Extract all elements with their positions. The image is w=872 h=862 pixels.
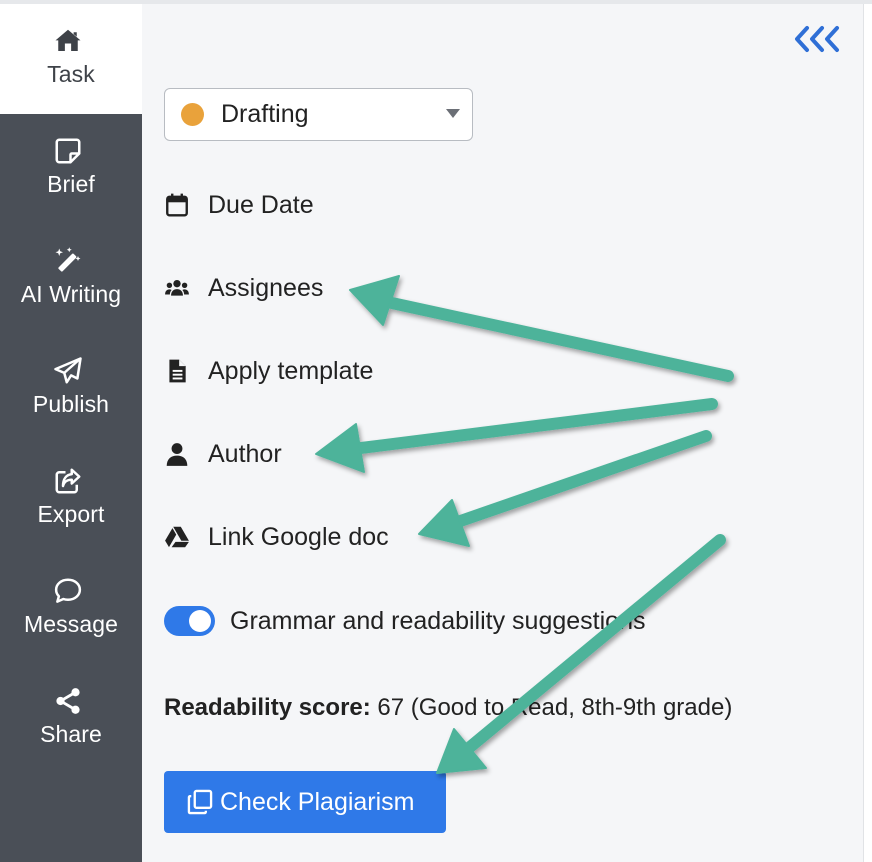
sidebar: Task Brief AI Writing Publish Export Mes… (0, 4, 142, 862)
toggle-knob (189, 610, 211, 632)
users-icon (164, 275, 190, 301)
note-icon (53, 136, 83, 166)
triple-chevron-left-icon (795, 26, 839, 52)
copy-icon (186, 788, 214, 816)
due-date-label: Due Date (208, 191, 314, 219)
grammar-toggle[interactable] (164, 606, 215, 636)
sidebar-item-label: Brief (47, 171, 95, 197)
readability-value: 67 (Good to Read, 8th-9th grade) (377, 694, 733, 721)
caret-down-icon (446, 109, 460, 118)
paper-plane-icon (53, 356, 83, 386)
document-icon (164, 358, 190, 384)
link-google-doc-label: Link Google doc (208, 523, 389, 551)
apply-template-label: Apply template (208, 357, 374, 385)
sidebar-item-task[interactable]: Task (0, 4, 142, 114)
user-icon (164, 441, 190, 467)
readability-label: Readability score: (164, 694, 371, 721)
sidebar-item-label: Task (47, 61, 95, 87)
status-value: Drafting (221, 100, 309, 128)
sidebar-item-message[interactable]: Message (0, 554, 142, 664)
google-drive-icon (164, 524, 190, 550)
status-dot (181, 103, 204, 126)
author-label: Author (208, 440, 282, 468)
sidebar-item-ai-writing[interactable]: AI Writing (0, 224, 142, 334)
sidebar-item-brief[interactable]: Brief (0, 114, 142, 224)
status-dropdown[interactable]: Drafting (164, 88, 473, 141)
sidebar-item-share[interactable]: Share (0, 664, 142, 774)
share-nodes-icon (53, 686, 83, 716)
assignees-label: Assignees (208, 274, 324, 302)
readability-score: Readability score: 67 (Good to Read, 8th… (164, 692, 732, 724)
sidebar-item-export[interactable]: Export (0, 444, 142, 554)
sidebar-item-label: Publish (32, 391, 110, 417)
task-panel: Drafting Due Date Assignees Apply templa… (142, 4, 864, 862)
sidebar-item-label: AI Writing (20, 281, 122, 307)
magic-wand-icon (53, 246, 83, 276)
sidebar-item-label: Message (23, 611, 119, 637)
calendar-icon (164, 192, 190, 218)
grammar-toggle-row: Grammar and readability suggestions (164, 602, 764, 642)
sidebar-item-label: Export (37, 501, 105, 527)
check-plagiarism-button[interactable]: Check Plagiarism (164, 771, 446, 833)
grammar-toggle-label: Grammar and readability suggestions (230, 607, 646, 635)
share-square-icon (53, 466, 83, 496)
home-icon (53, 26, 83, 56)
sidebar-item-label: Share (40, 721, 102, 747)
check-plagiarism-label: Check Plagiarism (220, 788, 415, 816)
collapse-button[interactable] (793, 22, 843, 56)
speech-bubble-icon (53, 576, 83, 606)
sidebar-item-publish[interactable]: Publish (0, 334, 142, 444)
